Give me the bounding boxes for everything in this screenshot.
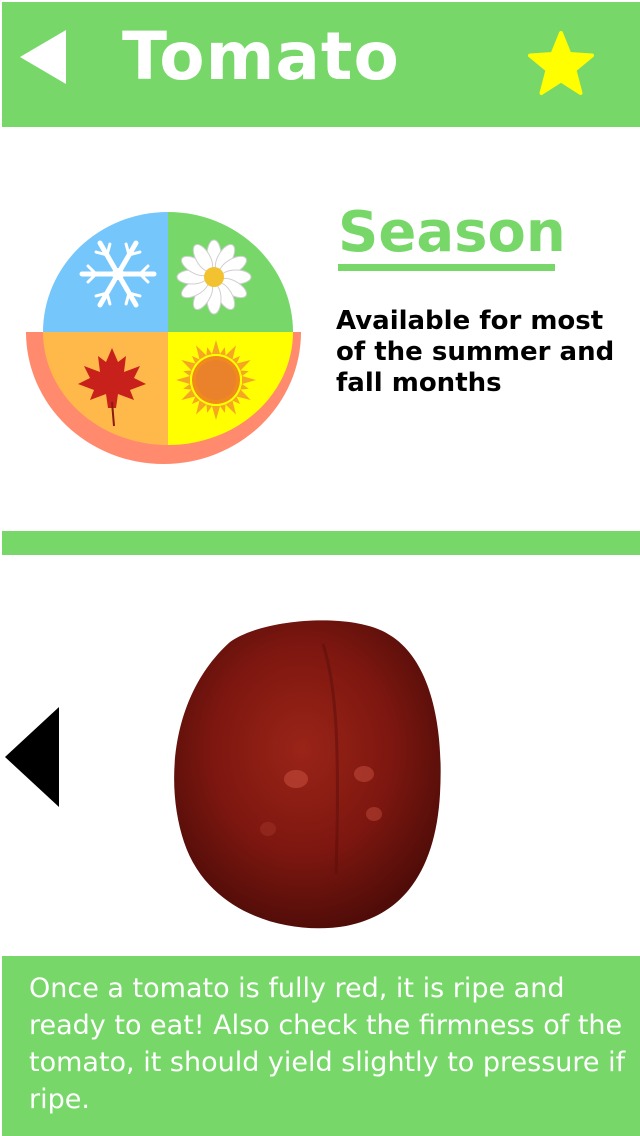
- previous-arrow-icon: [5, 707, 59, 807]
- previous-image-button[interactable]: [4, 706, 60, 808]
- ripeness-tip-box: Once a tomato is fully red, it is ripe a…: [2, 956, 640, 1136]
- page-title: Tomato: [122, 18, 400, 95]
- back-arrow-icon: [20, 30, 66, 84]
- season-description: Available for most of the summer and fal…: [336, 306, 615, 398]
- season-heading-underline: [338, 264, 555, 271]
- tomato-image: [168, 614, 448, 934]
- season-heading: Season: [338, 200, 566, 265]
- star-icon: [528, 31, 594, 95]
- season-wheel: [26, 212, 301, 467]
- ripeness-tip-text: Once a tomato is fully red, it is ripe a…: [29, 973, 626, 1115]
- app-header: Tomato: [2, 2, 640, 127]
- section-divider: [2, 531, 640, 555]
- back-button[interactable]: [18, 28, 74, 86]
- favorite-button[interactable]: [526, 30, 596, 98]
